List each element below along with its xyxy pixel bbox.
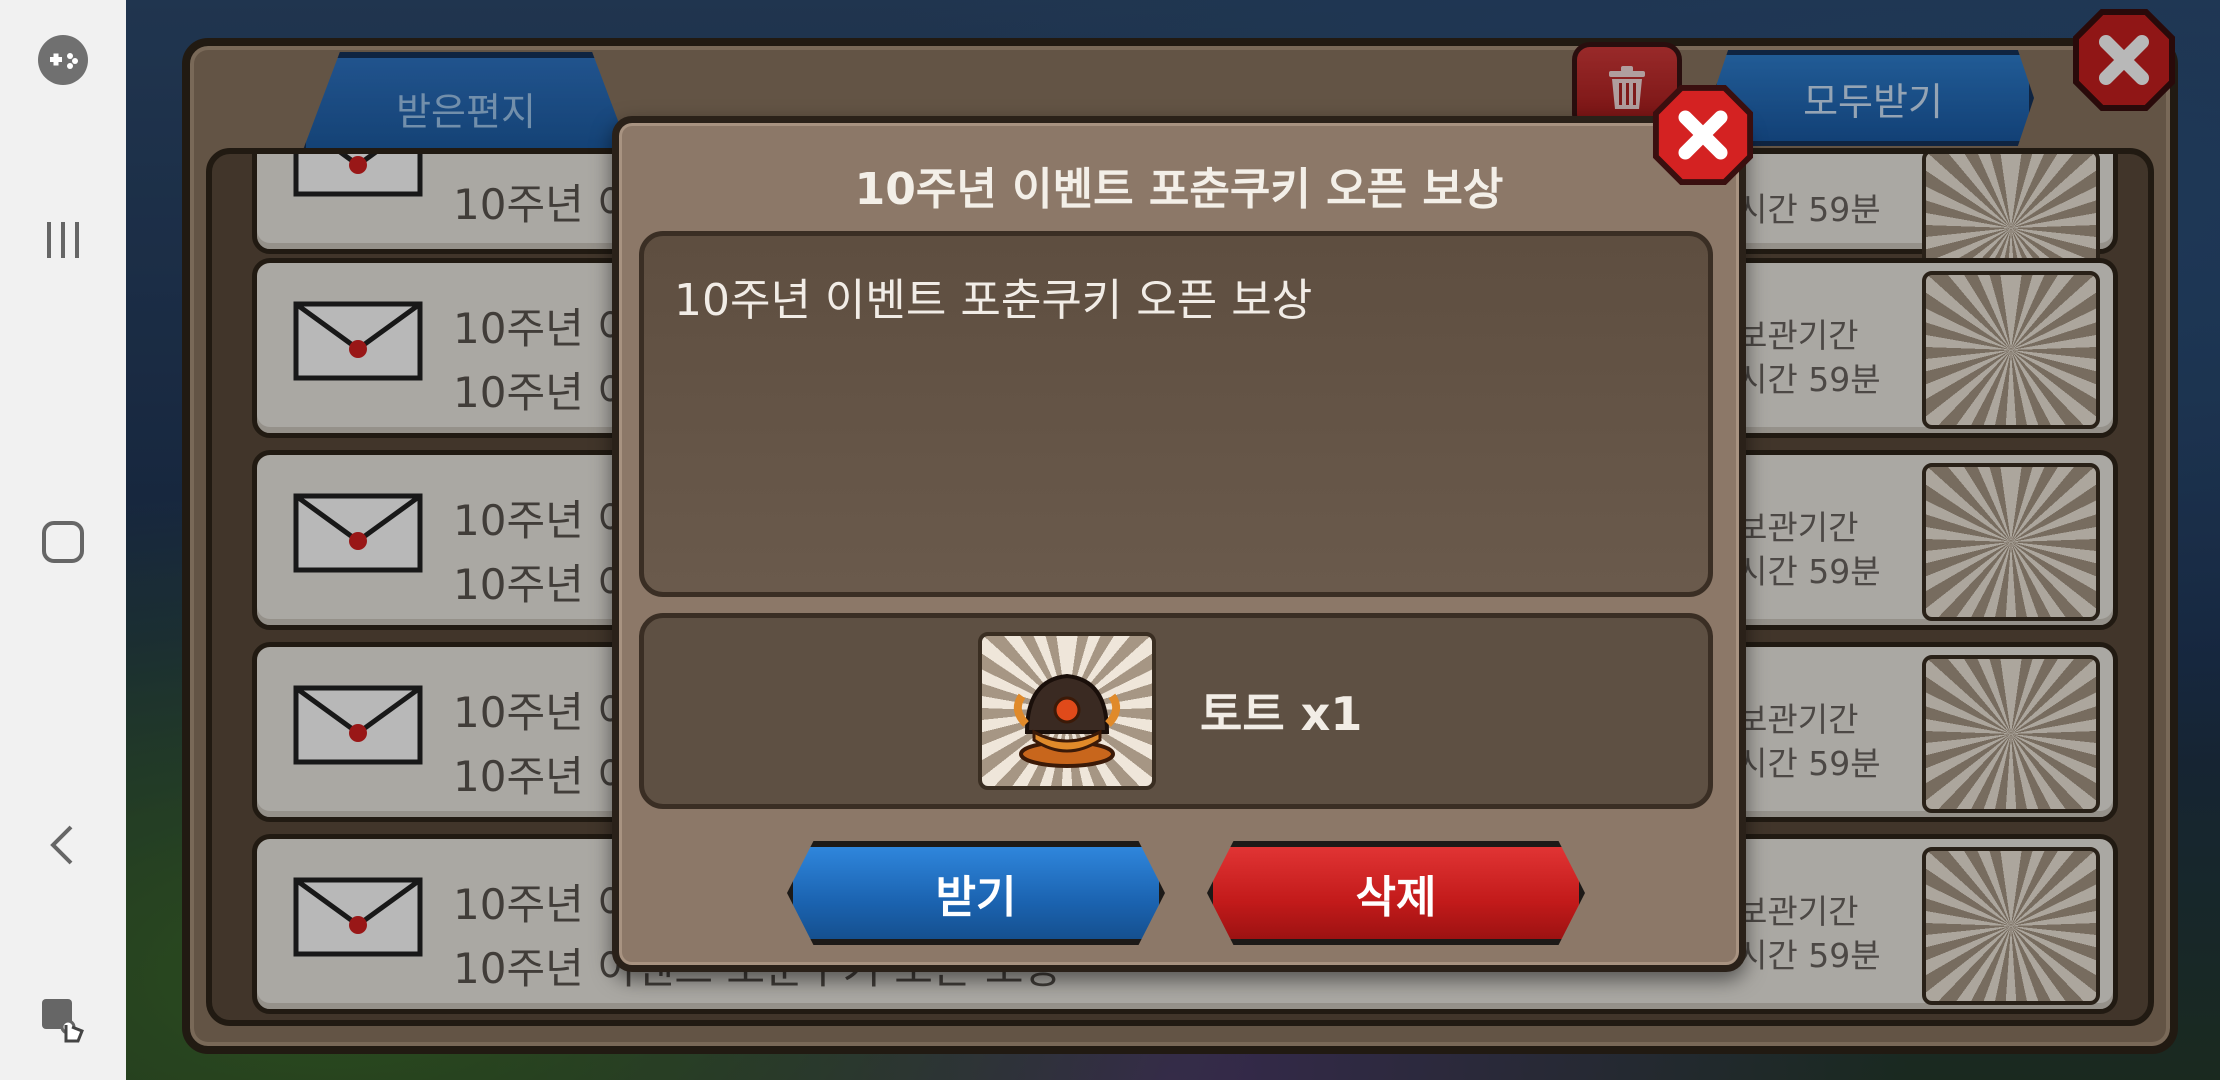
delete-button[interactable]: 삭제: [1207, 841, 1585, 945]
dialog-title: 10주년 이벤트 포춘쿠키 오픈 보상: [854, 164, 1504, 215]
mail-detail-dialog: 10주년 이벤트 포춘쿠키 오픈 보상 10주년 이벤트 포춘쿠키 오픈 보상 …: [612, 116, 1746, 972]
back-button[interactable]: [33, 815, 93, 875]
dialog-message: 10주년 이벤트 포춘쿠키 오픈 보상: [674, 275, 1313, 326]
delete-button-label: 삭제: [1355, 872, 1437, 923]
touch-icon: [42, 999, 84, 1043]
reward-label: 토트 x1: [1200, 687, 1363, 741]
close-icon: [1652, 84, 1754, 186]
home-button[interactable]: [33, 512, 93, 572]
dialog-close-button[interactable]: [1652, 84, 1754, 186]
reward-item-icon: [978, 632, 1156, 790]
touch-lock-button[interactable]: [33, 990, 93, 1050]
helmet-icon: [1013, 673, 1121, 768]
reward-panel: 토트 x1: [639, 613, 1713, 809]
recents-button[interactable]: [33, 210, 93, 270]
receive-button[interactable]: 받기: [787, 841, 1165, 945]
system-nav-bar: [0, 0, 126, 1080]
game-tools-button[interactable]: [33, 30, 93, 90]
recents-icon: [47, 222, 79, 258]
receive-button-label: 받기: [935, 872, 1017, 923]
back-icon: [50, 825, 73, 865]
gamepad-icon: [38, 35, 88, 85]
home-icon: [42, 521, 84, 563]
dialog-message-box: 10주년 이벤트 포춘쿠키 오픈 보상: [639, 231, 1713, 597]
